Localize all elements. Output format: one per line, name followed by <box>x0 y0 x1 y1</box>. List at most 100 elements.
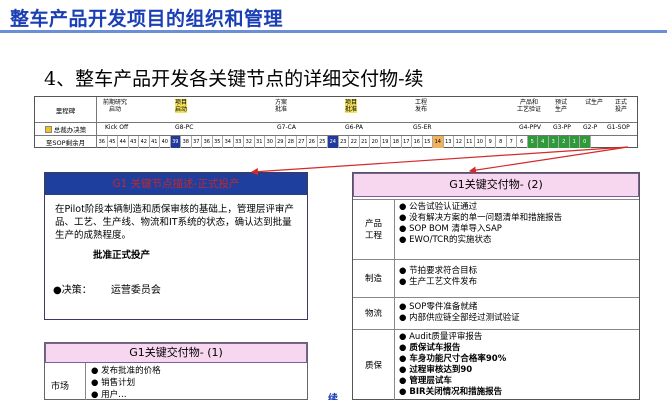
gate-label: G8-PC <box>175 124 194 131</box>
milestone-label: 项目 批准 <box>345 99 358 113</box>
month-cell: 21 <box>360 136 370 148</box>
month-cell: 28 <box>286 136 297 148</box>
list-item: ● EWO/TCR的实施状态 <box>399 235 492 245</box>
milestone-row: 里程碑 前期研究 启动 项目 启动 方案 批准 项目 批准 工程 发布 产品和 … <box>35 97 637 123</box>
month-cell: 35 <box>213 136 223 148</box>
column-divider <box>85 363 86 400</box>
month-cell: 4 <box>538 136 549 148</box>
g1-deliverables-1-box: G1关键交付物- (1) 市场 ● 发布批准的价格 ● 销售计划 ● 用户… <box>44 342 308 400</box>
list-item: ● 发布批准的价格 <box>91 366 161 376</box>
month-cell: 33 <box>234 136 244 148</box>
list-item: ● 用户… <box>91 390 127 400</box>
g1-deliverables-2-title: G1关键交付物- (2) <box>353 173 639 197</box>
gate-label: Kick Off <box>105 124 129 131</box>
g1-deliverables-1-title: G1关键交付物- (1) <box>45 343 307 363</box>
gate-label: G6-PA <box>345 124 363 131</box>
section-label: 质保 <box>353 330 395 400</box>
month-cell: 20 <box>370 136 381 148</box>
month-cells: 36 45 44 43 42 41 40 39 38 37 36 35 34 33 32 31 30 29 28 27… <box>97 136 591 148</box>
gate-label: G2-P <box>583 124 598 131</box>
milestone-label: 正式 投产 <box>615 99 628 113</box>
list-item: ● Audit质量评审报告 <box>399 332 483 342</box>
month-cell: 13 <box>444 136 454 148</box>
milestone-label: 预试 生产 <box>555 99 568 113</box>
arrow-to-deliverables <box>468 146 629 174</box>
approve-production-label: 批准正式投产 <box>93 250 151 261</box>
month-cell: 3 <box>548 136 559 148</box>
g1-deliverables-2-box: G1关键交付物- (2) 产品 工程 ● 公告试验认证通过 ● 没有解决方案的单… <box>352 172 640 400</box>
month-cell: 11 <box>465 136 475 148</box>
section-items: ● 节拍要求符合目标 ● 生产工艺文件发布 <box>399 266 477 288</box>
month-cell: 24 <box>328 136 339 148</box>
month-cell: 22 <box>349 136 360 148</box>
gate-row-label: 总裁办决策 <box>35 123 97 135</box>
g1-node-description-box: G1 关键节点描述-正式投产 在Pilot阶段本辆制造和质保审核的基础上，管理层… <box>44 172 308 320</box>
gate-label: G3-PP <box>553 124 571 131</box>
milestone-label: 方案 批准 <box>275 99 288 113</box>
month-cell: 26 <box>307 136 318 148</box>
month-cell: 1 <box>569 136 580 148</box>
months-row: 至SOP剩余月 36 45 44 43 42 41 40 39 38 37 36 35 34 33 32 31… <box>35 136 637 148</box>
month-cell: 14 <box>433 136 444 148</box>
list-item: ● 车身功能尺寸合格率90% <box>399 354 507 364</box>
month-cell: 36 <box>97 136 108 148</box>
list-item: ● BIR关闭情况和措施报告 <box>399 387 503 397</box>
month-cell: 16 <box>412 136 423 148</box>
month-cell: 6 <box>517 136 528 148</box>
section-quality: 质保 ● Audit质量评审报告 ● 质保试车报告 ● 车身功能尺寸合格率90%… <box>353 329 639 400</box>
month-cell: 41 <box>150 136 160 148</box>
decision-line: ●决策： 运营委员会 <box>53 281 161 296</box>
section-items: ● 发布批准的价格 ● 销售计划 ● 用户… <box>91 365 161 400</box>
month-cell: 8 <box>496 136 507 148</box>
month-cell: 38 <box>181 136 192 148</box>
gate-row: 总裁办决策 Kick Off G8-PC G7-CA G6-PA G5-ER G… <box>35 123 637 136</box>
milestone-label: 前期研究 启动 <box>103 99 128 113</box>
gate-label: G4-PPV <box>519 124 541 131</box>
list-item: ● 没有解决方案的单一问题清单和措施报告 <box>399 213 563 223</box>
slide-title: 整车产品开发项目的组织和管理 <box>10 8 284 30</box>
arrow-to-description <box>250 146 629 176</box>
month-cell: 45 <box>108 136 118 148</box>
section-label: 物流 <box>353 298 395 329</box>
month-cell: 17 <box>402 136 412 148</box>
section-manufacturing: 制造 ● 节拍要求符合目标 ● 生产工艺文件发布 <box>353 259 639 297</box>
legend-swatch <box>44 125 52 133</box>
section-items: ● Audit质量评审报告 ● 质保试车报告 ● 车身功能尺寸合格率90% ● … <box>399 332 506 398</box>
list-item: ● 内部供应链全部经过测试验证 <box>399 313 520 323</box>
month-cell: 31 <box>255 136 265 148</box>
g1-node-description-title: G1 关键节点描述-正式投产 <box>45 173 307 195</box>
month-cell: 15 <box>423 136 433 148</box>
month-cell: 29 <box>276 136 286 148</box>
gate-row-label-text: 总裁办决策 <box>53 126 87 134</box>
month-cell: 32 <box>244 136 255 148</box>
month-cell: 43 <box>129 136 139 148</box>
list-item: ● 公告试验认证通过 <box>399 202 478 212</box>
month-cell: 34 <box>223 136 234 148</box>
milestone-label: 产品和 工艺验证 <box>517 99 542 113</box>
list-item: ● 生产工艺文件发布 <box>399 277 478 287</box>
month-cell: 2 <box>559 136 570 148</box>
month-cell: 30 <box>265 136 276 148</box>
month-cell: 27 <box>297 136 307 148</box>
list-item: ● 管理层试车 <box>399 376 452 386</box>
milestone-timeline: 里程碑 前期研究 启动 项目 启动 方案 批准 项目 批准 工程 发布 产品和 … <box>34 96 638 148</box>
list-item: ● SOP零件准备就绪 <box>399 302 478 312</box>
list-item: ● 节拍要求符合目标 <box>399 266 478 276</box>
month-cell: 7 <box>507 136 517 148</box>
milestone-label: 项目 启动 <box>175 99 188 113</box>
month-cell: 0 <box>580 136 591 148</box>
list-item: ● 销售计划 <box>91 378 136 388</box>
g1-node-description-text: 在Pilot阶段本辆制造和质保审核的基础上，管理层评审产品、工艺、生产线、物流和… <box>55 204 294 241</box>
milestone-label: 试生产 <box>585 99 604 106</box>
month-cell: 39 <box>170 136 181 148</box>
milestone-row-label: 里程碑 <box>35 97 97 122</box>
decision-label: ●决策： <box>53 285 92 296</box>
gate-label: G1-SOP <box>607 124 630 131</box>
month-cell: 44 <box>118 136 129 148</box>
section-items: ● 公告试验认证通过 ● 没有解决方案的单一问题清单和措施报告 ● SOP BO… <box>399 202 562 246</box>
month-cell: 9 <box>486 136 496 148</box>
list-item: ● SOP BOM 清单导入SAP <box>399 224 502 234</box>
section-subtitle: 4、整车产品开发各关键节点的详细交付物-续 <box>44 68 424 90</box>
months-row-label: 至SOP剩余月 <box>35 136 97 148</box>
section-label: 产品 工程 <box>353 200 395 259</box>
